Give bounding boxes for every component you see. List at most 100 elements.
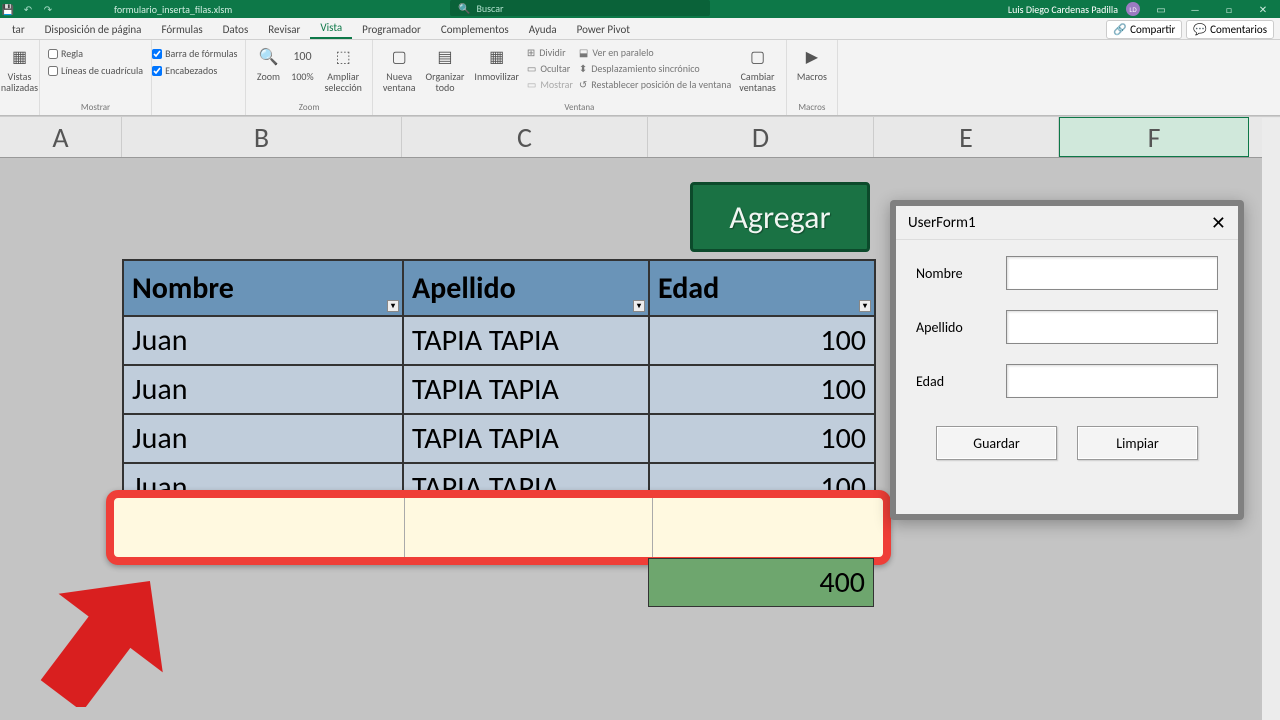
cell-nombre[interactable]: Juan <box>123 316 403 365</box>
col-a[interactable]: A <box>0 117 122 157</box>
undo-icon[interactable]: ↶ <box>22 3 34 15</box>
hide-button[interactable]: ▭ Ocultar <box>527 61 573 76</box>
macros-button[interactable]: ▶Macros <box>795 43 829 84</box>
filter-icon[interactable]: ▾ <box>633 300 645 312</box>
views-icon: ▦ <box>8 45 32 69</box>
maximize-icon[interactable]: □ <box>1216 0 1242 18</box>
switch-icon: ▢ <box>746 45 770 69</box>
vistas-personalizadas-button[interactable]: ▦ Vistas nalizadas <box>8 43 31 95</box>
split-button[interactable]: ⊞ Dividir <box>527 45 573 60</box>
label-edad: Edad <box>916 373 994 390</box>
col-d[interactable]: D <box>648 117 874 157</box>
reset-pos-button: ↺ Restablecer posición de la ventana <box>579 77 731 92</box>
tab-complementos[interactable]: Complementos <box>431 20 519 39</box>
new-window-icon: ▢ <box>387 45 411 69</box>
cell-nombre[interactable]: Juan <box>123 365 403 414</box>
userform-titlebar[interactable]: UserForm1 ✕ <box>896 206 1238 240</box>
table-row: Juan TAPIA TAPIA 100 <box>123 414 875 463</box>
search-icon: 🔍 <box>458 2 470 15</box>
cell-nombre[interactable]: Juan <box>123 414 403 463</box>
tab-ayuda[interactable]: Ayuda <box>519 20 567 39</box>
redo-icon[interactable]: ↷ <box>42 3 54 15</box>
filter-icon[interactable]: ▾ <box>387 300 399 312</box>
zoom-button[interactable]: 🔍Zoom <box>254 43 282 84</box>
cell-edad[interactable]: 100 <box>649 316 875 365</box>
ribbon-body: ▦ Vistas nalizadas Regla Líneas de cuadr… <box>0 40 1280 116</box>
freeze-icon: ▦ <box>485 45 509 69</box>
close-icon[interactable]: ✕ <box>1250 0 1276 18</box>
zoom-sel-icon: ⬚ <box>331 45 355 69</box>
tab-revisar[interactable]: Revisar <box>258 20 310 39</box>
col-c[interactable]: C <box>402 117 648 157</box>
highlighted-empty-row <box>106 490 891 565</box>
arrange-icon: ▤ <box>433 45 457 69</box>
arrow-icon <box>28 562 173 707</box>
col-e[interactable]: E <box>874 117 1059 157</box>
column-headers: A B C D E F <box>0 116 1280 158</box>
check-encabezados[interactable]: Encabezados <box>152 64 237 77</box>
cell-apellido[interactable]: TAPIA TAPIA <box>403 414 649 463</box>
table-header-row: Nombre▾ Apellido▾ Edad▾ <box>123 260 875 316</box>
total-cell[interactable]: 400 <box>648 558 874 607</box>
scrollbar-vertical[interactable] <box>1262 118 1280 720</box>
tab-formulas[interactable]: Fórmulas <box>151 20 212 39</box>
avatar[interactable]: LD <box>1126 2 1140 16</box>
zoom-selection-button[interactable]: ⬚Ampliar selección <box>322 43 363 95</box>
freeze-button[interactable]: ▦Inmovilizar <box>472 43 520 84</box>
check-barra[interactable]: Barra de fórmulas <box>152 47 237 60</box>
header-apellido[interactable]: Apellido▾ <box>403 260 649 316</box>
header-edad[interactable]: Edad▾ <box>649 260 875 316</box>
ribbon-options-icon[interactable]: ▭ <box>1148 0 1174 18</box>
ribbon-tabs: tar Disposición de página Fórmulas Datos… <box>0 18 1280 40</box>
table-row: Juan TAPIA TAPIA 100 <box>123 365 875 414</box>
filter-icon[interactable]: ▾ <box>859 300 871 312</box>
arrange-button[interactable]: ▤Organizar todo <box>424 43 467 95</box>
tab-programador[interactable]: Programador <box>352 20 431 39</box>
minimize-icon[interactable]: — <box>1182 0 1208 18</box>
cell-apellido[interactable]: TAPIA TAPIA <box>403 365 649 414</box>
save-icon[interactable]: 💾 <box>2 3 14 15</box>
tab-insertar[interactable]: tar <box>2 20 35 39</box>
agregar-button[interactable]: Agregar <box>690 182 870 252</box>
comments-button[interactable]: 💬 Comentarios <box>1186 20 1274 39</box>
share-button[interactable]: 🔗 Compartir <box>1106 20 1182 39</box>
titlebar: 💾 ↶ ↷ formulario_inserta_filas.xlsm 🔍 Bu… <box>0 0 1280 18</box>
cell-edad[interactable]: 100 <box>649 365 875 414</box>
switch-windows-button[interactable]: ▢Cambiar ventanas <box>737 43 778 95</box>
show-button[interactable]: ▭ Mostrar <box>527 77 573 92</box>
close-icon[interactable]: ✕ <box>1211 212 1226 234</box>
tab-disposicion[interactable]: Disposición de página <box>35 20 152 39</box>
user-name: Luis Diego Cardenas Padilla <box>1008 3 1118 16</box>
check-regla[interactable]: Regla <box>48 47 143 60</box>
search-placeholder: Buscar <box>476 2 503 15</box>
filename: formulario_inserta_filas.xlsm <box>114 3 232 16</box>
macros-icon: ▶ <box>800 45 824 69</box>
cell-apellido[interactable]: TAPIA TAPIA <box>403 316 649 365</box>
col-f[interactable]: F <box>1059 117 1249 157</box>
parallel-button: ⬓ Ver en paralelo <box>579 45 731 60</box>
label-apellido: Apellido <box>916 319 994 336</box>
userform-title: UserForm1 <box>908 214 976 232</box>
table-row: Juan TAPIA TAPIA 100 <box>123 316 875 365</box>
tab-powerpivot[interactable]: Power Pivot <box>567 20 640 39</box>
input-apellido[interactable] <box>1006 310 1218 344</box>
input-edad[interactable] <box>1006 364 1218 398</box>
cell-edad[interactable]: 100 <box>649 414 875 463</box>
input-nombre[interactable] <box>1006 256 1218 290</box>
guardar-button[interactable]: Guardar <box>936 426 1057 460</box>
label-nombre: Nombre <box>916 265 994 282</box>
limpiar-button[interactable]: Limpiar <box>1077 426 1198 460</box>
check-lineas[interactable]: Líneas de cuadrícula <box>48 64 143 77</box>
header-nombre[interactable]: Nombre▾ <box>123 260 403 316</box>
percent-icon: 100 <box>290 45 314 69</box>
data-table: Nombre▾ Apellido▾ Edad▾ Juan TAPIA TAPIA… <box>122 259 876 500</box>
search-box[interactable]: 🔍 Buscar <box>450 0 710 16</box>
tab-vista[interactable]: Vista <box>310 18 352 39</box>
sync-scroll-button: ⬍ Desplazamiento sincrónico <box>579 61 731 76</box>
zoom-icon: 🔍 <box>256 45 280 69</box>
userform-dialog: UserForm1 ✕ Nombre Apellido Edad Guardar… <box>890 200 1244 520</box>
zoom-100-button[interactable]: 100100% <box>288 43 316 84</box>
tab-datos[interactable]: Datos <box>213 20 259 39</box>
col-b[interactable]: B <box>122 117 402 157</box>
new-window-button[interactable]: ▢Nueva ventana <box>381 43 418 95</box>
